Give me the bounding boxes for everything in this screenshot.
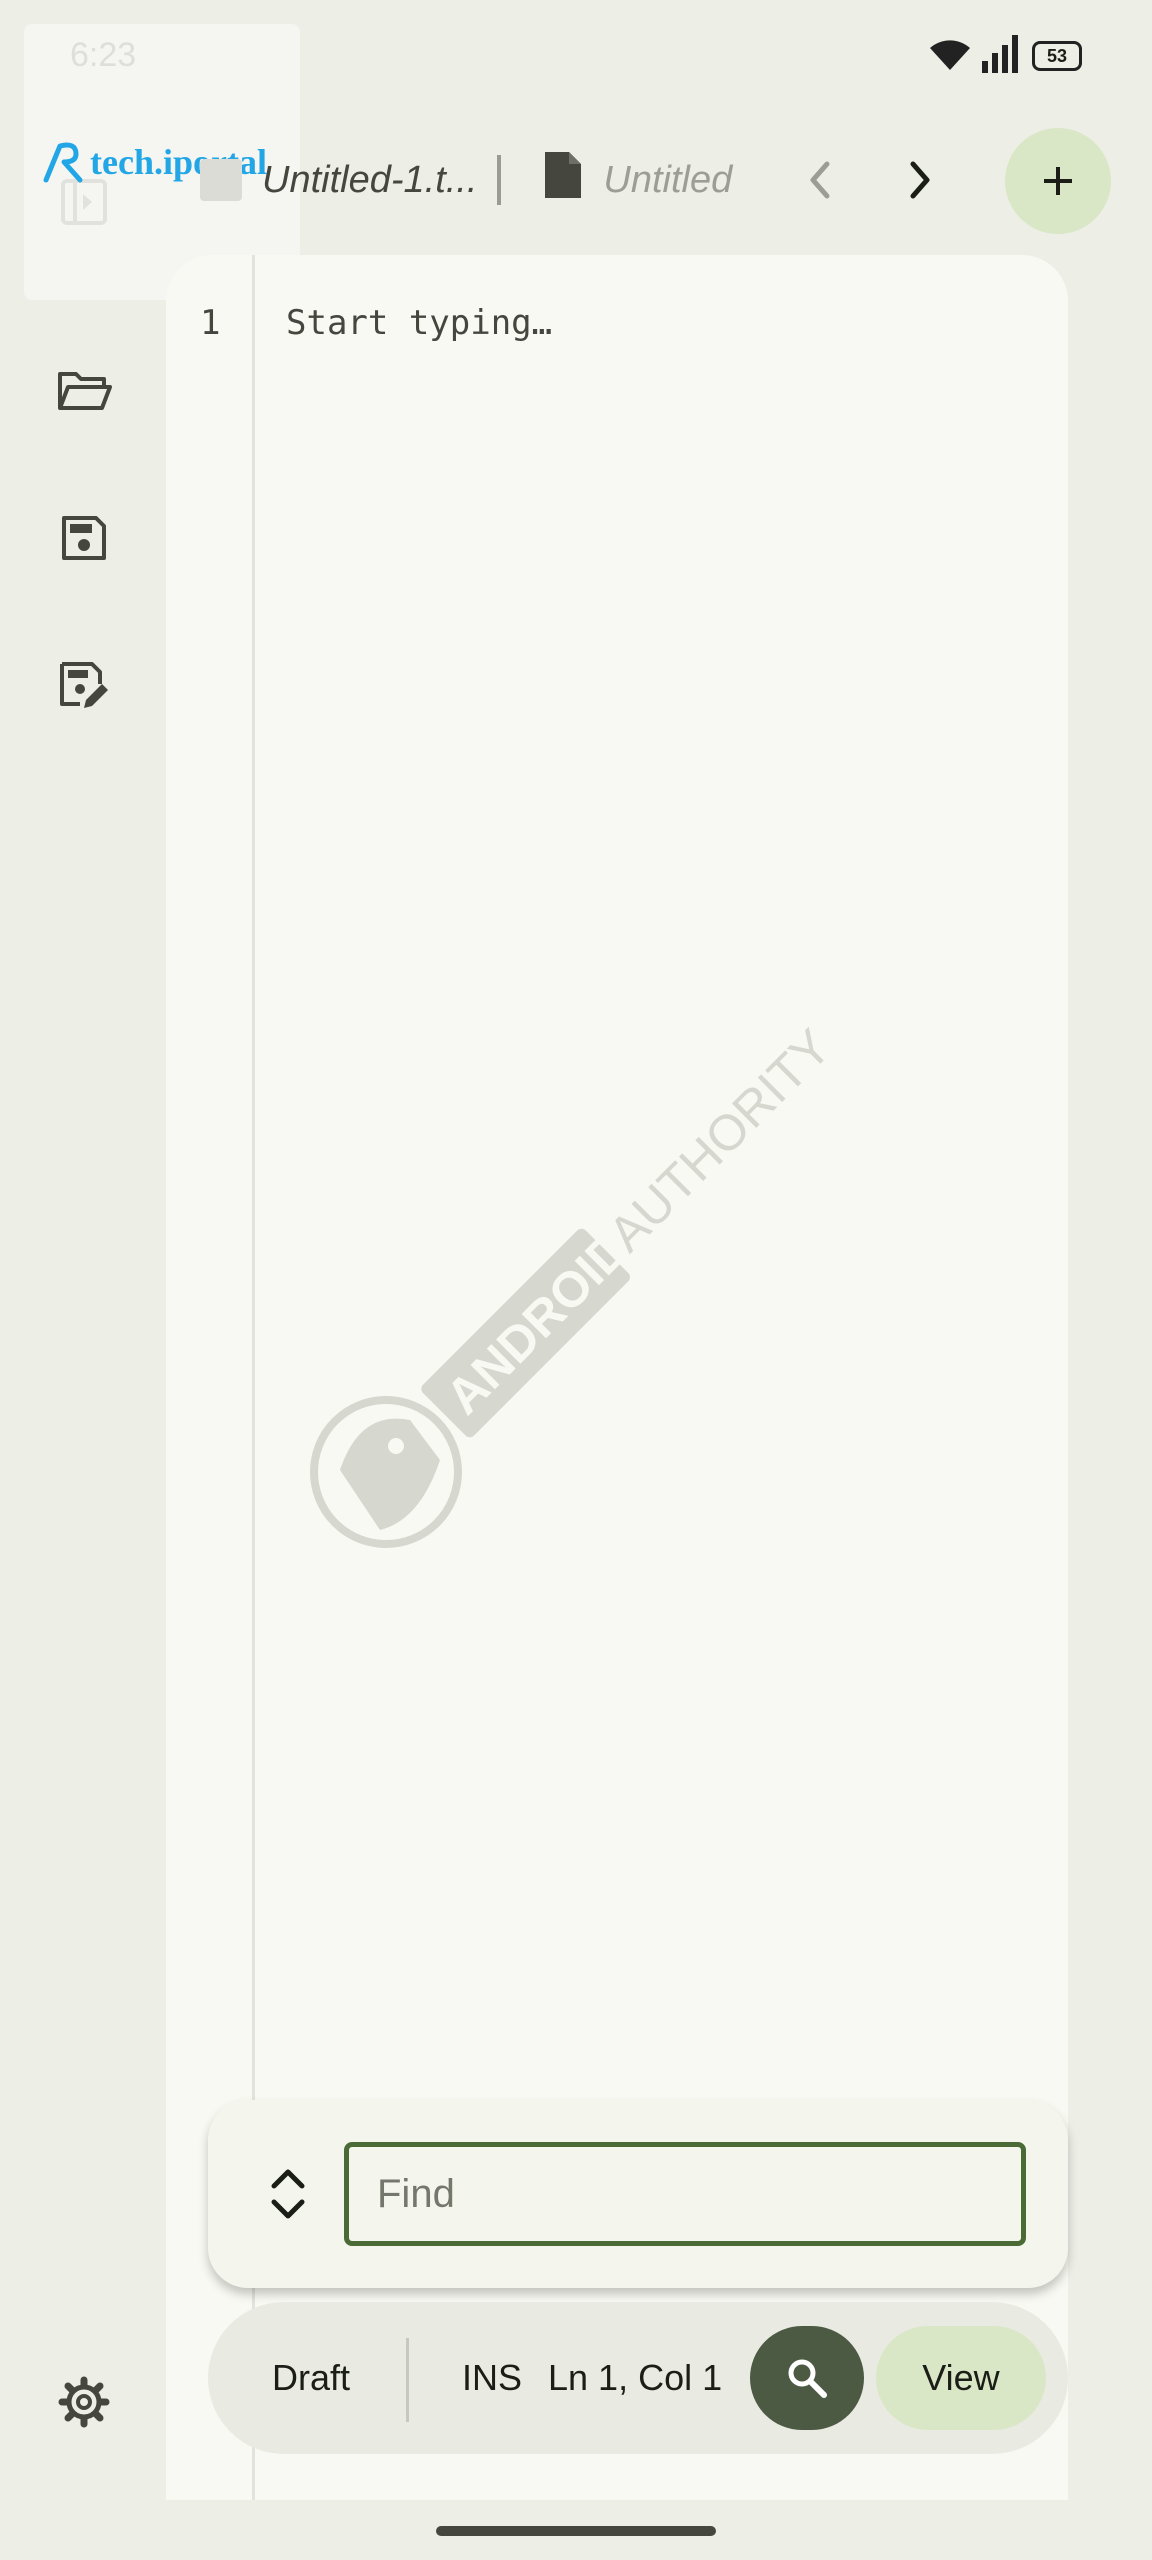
save-as-icon[interactable] [54,656,114,716]
settings-icon [58,2376,110,2428]
plus-icon [1044,167,1072,195]
watermark-text-1: ANDROID [435,1220,640,1425]
search-button[interactable] [750,2326,864,2430]
settings-button[interactable] [54,2372,114,2432]
chevron-left-icon [810,161,830,199]
status-icons: 53 [928,34,1082,78]
home-indicator[interactable] [436,2526,716,2536]
battery-icon: 53 [1032,41,1082,71]
tab-untitled[interactable]: Untitled [543,150,732,210]
watermark-logo-icon [43,142,83,183]
editor-placeholder: Start typing… [286,303,553,343]
find-toggle-button[interactable] [258,2162,318,2226]
battery-level: 53 [1046,45,1068,66]
expand-collapse-icon [271,2169,305,2219]
android-authority-logo-icon [310,1396,462,1548]
find-bar [208,2100,1068,2288]
folder-open-icon[interactable] [54,360,114,420]
new-tab-button[interactable] [1005,128,1111,234]
status-toolbar: Draft INS Ln 1, Col 1 View [208,2302,1068,2454]
draft-button[interactable]: Draft [272,2302,350,2454]
search-icon [788,2359,827,2398]
tab-next-button[interactable] [895,150,945,210]
file-icon [200,159,242,201]
signal-icon [982,34,1022,78]
insert-mode-indicator[interactable]: INS [462,2302,522,2454]
tab-label: Untitled [603,158,733,201]
line-number: 1 [200,303,221,343]
file-icon [543,150,583,210]
view-button[interactable]: View [876,2326,1046,2430]
tab-divider [497,155,502,205]
watermark-text-2: AUTHORITY [598,1018,842,1262]
android-authority-watermark: ANDROID AUTHORITY [310,1018,842,1548]
tab-label: Untitled-1.t... [262,158,478,201]
chevron-right-icon [910,161,930,199]
tab-strip: Untitled-1.t... Untitled [200,125,732,235]
toolbar-divider [406,2338,409,2422]
tab-prev-button[interactable] [795,150,845,210]
save-icon[interactable] [54,508,114,568]
wifi-icon [928,36,972,77]
cursor-position[interactable]: Ln 1, Col 1 [548,2302,722,2454]
find-input[interactable] [344,2142,1026,2246]
tab-untitled-1[interactable]: Untitled-1.t... [200,159,477,202]
